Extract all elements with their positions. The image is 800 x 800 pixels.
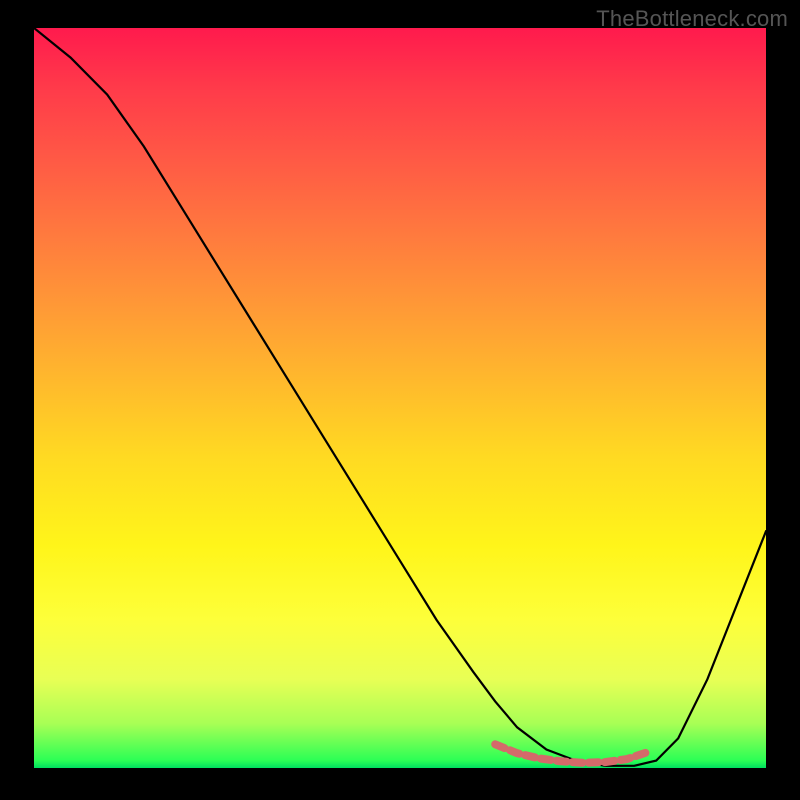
plot-area [34, 28, 766, 768]
bottleneck-curve [34, 28, 766, 766]
optimal-zone-curve [495, 744, 649, 763]
watermark-text: TheBottleneck.com [596, 6, 788, 32]
chart-svg [34, 28, 766, 768]
